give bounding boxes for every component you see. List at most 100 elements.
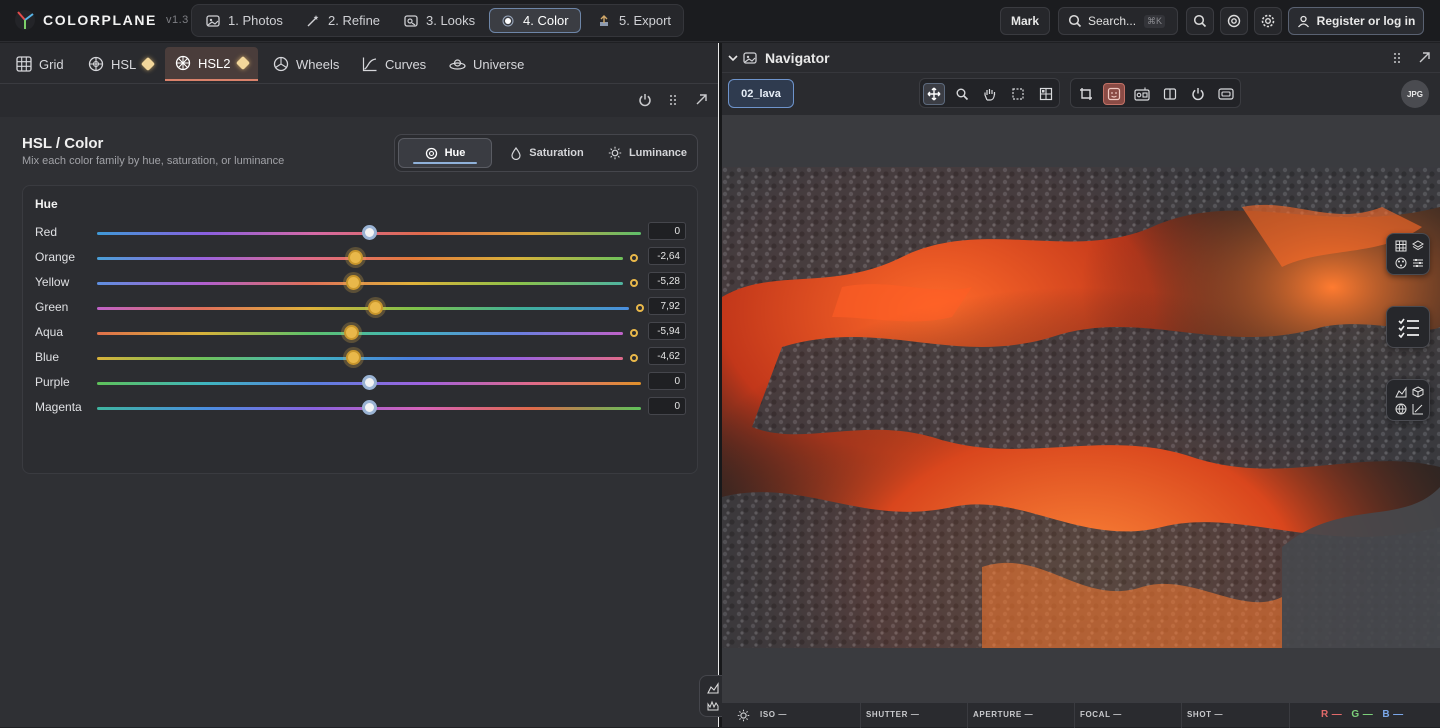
step-looks[interactable]: 3. Looks [404, 8, 475, 33]
tab-wheels[interactable]: Wheels [273, 47, 339, 81]
histogram-icon[interactable] [707, 682, 719, 694]
app-logo[interactable]: COLORPLANE v1.3 [14, 9, 189, 31]
top-bar: COLORPLANE v1.3 1. Photos 2. Refine 3. L… [0, 0, 1440, 42]
slider-thumb[interactable] [346, 275, 361, 290]
hue-card: Hue Red 0 Orange -2,64 Yellow -5,28 Gree… [22, 185, 698, 474]
value-field[interactable]: -5,28 [648, 272, 686, 290]
hue-icon [425, 147, 437, 159]
value-field[interactable]: 7,92 [648, 297, 686, 315]
slider-thumb[interactable] [346, 350, 361, 365]
value-field[interactable]: 0 [648, 372, 686, 390]
droplet-icon [511, 146, 521, 160]
slider-thumb[interactable] [368, 300, 383, 315]
reset-dot[interactable] [636, 304, 644, 312]
reset-dot[interactable] [630, 329, 638, 337]
color-dot-icon [502, 15, 514, 26]
zoom-tool[interactable] [951, 83, 973, 105]
checklist-button[interactable] [1386, 306, 1430, 348]
cube-icon[interactable] [1412, 386, 1424, 398]
step-photos[interactable]: 1. Photos [206, 8, 283, 33]
checklist-icon [1398, 318, 1419, 338]
settings-button[interactable] [1254, 7, 1282, 35]
search-box[interactable]: Search... ⌘K [1058, 7, 1178, 35]
tab-label: HSL2 [198, 55, 231, 71]
tab-label: Universe [473, 56, 525, 72]
hue-track[interactable] [97, 307, 629, 310]
panel-title: HSL / Color [22, 135, 104, 152]
mode-hue[interactable]: Hue [398, 138, 492, 168]
slider-thumb[interactable] [362, 375, 377, 390]
value-field[interactable]: -5,94 [648, 322, 686, 340]
step-label: 2. Refine [328, 13, 381, 28]
chart-line-icon[interactable] [1412, 403, 1424, 415]
exif-value: — [778, 710, 788, 719]
slider-thumb[interactable] [362, 400, 377, 415]
sliders-icon[interactable] [1412, 257, 1424, 269]
chevron-down-icon[interactable] [727, 52, 739, 64]
rgb-g: G — [1351, 709, 1374, 720]
register-button[interactable]: Register or log in [1288, 7, 1424, 35]
power-icon[interactable] [638, 93, 652, 107]
hue-track[interactable] [97, 332, 623, 335]
mode-saturation[interactable]: Saturation [499, 138, 595, 168]
face-detect-tool[interactable] [1103, 83, 1125, 105]
grid-tool[interactable] [1035, 83, 1057, 105]
marquee-tool[interactable] [1007, 83, 1029, 105]
crop-tool[interactable] [1075, 83, 1097, 105]
image-icon [743, 52, 757, 64]
palette-icon[interactable] [1395, 257, 1407, 269]
step-export[interactable]: 5. Export [597, 8, 671, 33]
target-button[interactable] [1220, 7, 1248, 35]
drag-handle-icon[interactable] [669, 93, 677, 107]
bypass-tool[interactable] [1187, 83, 1209, 105]
value-field[interactable]: -4,62 [648, 347, 686, 365]
hand-tool[interactable] [979, 83, 1001, 105]
hue-row-blue: Blue -4,62 [23, 347, 699, 367]
step-color[interactable]: 4. Color [489, 8, 581, 33]
expand-icon[interactable] [695, 93, 708, 106]
mode-luminance[interactable]: Luminance [599, 138, 696, 168]
reset-dot[interactable] [630, 279, 638, 287]
value-field[interactable]: 0 [648, 397, 686, 415]
slider-thumb[interactable] [348, 250, 363, 265]
file-chip[interactable]: 02_lava [728, 79, 794, 108]
tab-label: HSL [111, 56, 137, 72]
hand-icon [984, 89, 996, 101]
step-refine[interactable]: 2. Refine [306, 8, 380, 33]
exif-label: ISO [760, 710, 776, 719]
exif-value: — [910, 710, 920, 719]
row-label: Orange [35, 250, 76, 264]
reset-dot[interactable] [630, 354, 638, 362]
tab-hsl2[interactable]: HSL2 [165, 47, 258, 81]
user-button[interactable]: Mark [1000, 7, 1050, 35]
reset-dot[interactable] [630, 254, 638, 262]
expand-icon[interactable] [1418, 51, 1431, 64]
drag-handle-icon[interactable] [1393, 51, 1401, 65]
slider-thumb[interactable] [344, 325, 359, 340]
layers-icon[interactable] [1412, 240, 1424, 252]
row-label: Yellow [35, 275, 70, 289]
tab-label: Curves [385, 56, 427, 72]
split-view-tool[interactable] [1159, 83, 1181, 105]
compare-tool[interactable] [1131, 83, 1153, 105]
hue-row-red: Red 0 [23, 222, 699, 242]
value-field[interactable]: -2,64 [648, 247, 686, 265]
globe-icon[interactable] [1395, 403, 1407, 415]
tab-curves[interactable]: Curves [362, 47, 426, 81]
frame-tool[interactable] [1215, 83, 1237, 105]
rgb-b: B — [1382, 709, 1404, 720]
value-field[interactable]: 0 [648, 222, 686, 240]
search-button[interactable] [1186, 7, 1214, 35]
slider-thumb[interactable] [362, 225, 377, 240]
tab-hsl[interactable]: HSL [88, 47, 156, 81]
move-icon [927, 87, 941, 101]
tab-universe[interactable]: Universe [449, 47, 524, 81]
export-icon [600, 14, 608, 26]
waveform-icon[interactable] [707, 699, 719, 711]
tab-grid[interactable]: Grid [16, 47, 64, 81]
preview-image[interactable] [722, 167, 1440, 648]
exif-label: SHUTTER [866, 710, 908, 719]
table-icon[interactable] [1395, 240, 1407, 252]
histogram-icon[interactable] [1395, 386, 1407, 398]
move-tool[interactable] [923, 83, 945, 105]
